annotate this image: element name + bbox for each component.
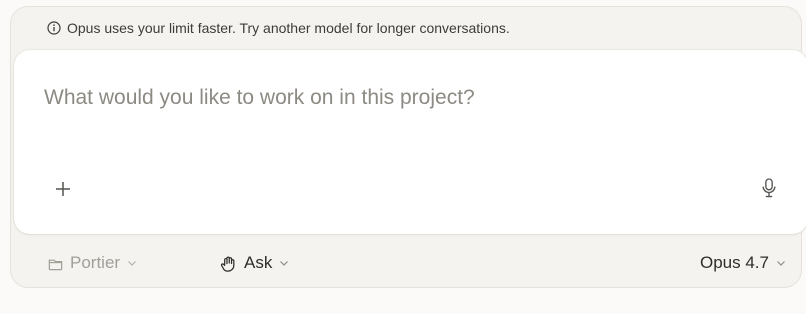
usage-notice: Opus uses your limit faster. Try another…	[11, 7, 801, 49]
plus-icon	[56, 182, 70, 196]
microphone-icon	[762, 178, 776, 198]
mode-label: Ask	[244, 253, 273, 272]
microphone-button[interactable]	[756, 174, 782, 202]
usage-notice-text: Opus uses your limit faster. Try another…	[67, 20, 510, 36]
hand-icon	[220, 256, 235, 272]
mode-selector[interactable]: Ask	[219, 249, 290, 277]
prompt-card	[14, 50, 806, 234]
composer-footer: Portier Ask Opus 4.7	[11, 243, 801, 283]
folder-icon	[48, 259, 63, 270]
chevron-down-icon	[278, 257, 290, 269]
model-label: Opus 4.7	[700, 253, 769, 272]
project-label: Portier	[70, 253, 121, 272]
add-button[interactable]	[50, 176, 76, 202]
chevron-down-icon	[775, 257, 787, 269]
model-selector[interactable]: Opus 4.7	[694, 249, 787, 277]
prompt-input[interactable]	[44, 86, 764, 110]
project-selector[interactable]: Portier	[47, 249, 138, 277]
chevron-down-icon	[126, 257, 138, 269]
info-icon	[47, 21, 61, 35]
chat-composer: Opus uses your limit faster. Try another…	[10, 6, 806, 288]
